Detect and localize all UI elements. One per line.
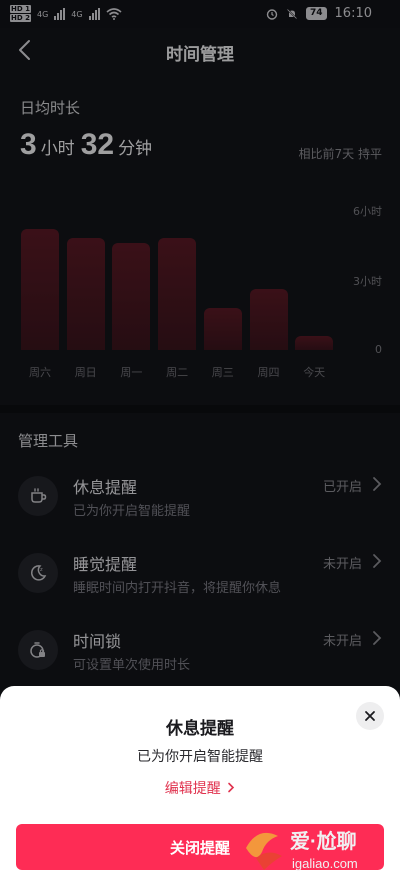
edit-reminder-link[interactable]: 编辑提醒 bbox=[0, 778, 400, 798]
sheet-description: 已为你开启智能提醒 bbox=[137, 749, 263, 765]
edit-reminder-label: 编辑提醒 bbox=[164, 781, 221, 797]
close-reminder-button[interactable]: 关闭提醒 bbox=[16, 824, 384, 870]
chevron-right-icon bbox=[228, 782, 235, 793]
rest-reminder-sheet: 休息提醒 已为你开启智能提醒 编辑提醒 关闭提醒 bbox=[0, 686, 400, 888]
close-icon bbox=[365, 711, 375, 721]
sheet-title: 休息提醒 bbox=[166, 719, 234, 739]
close-button[interactable] bbox=[356, 702, 384, 730]
